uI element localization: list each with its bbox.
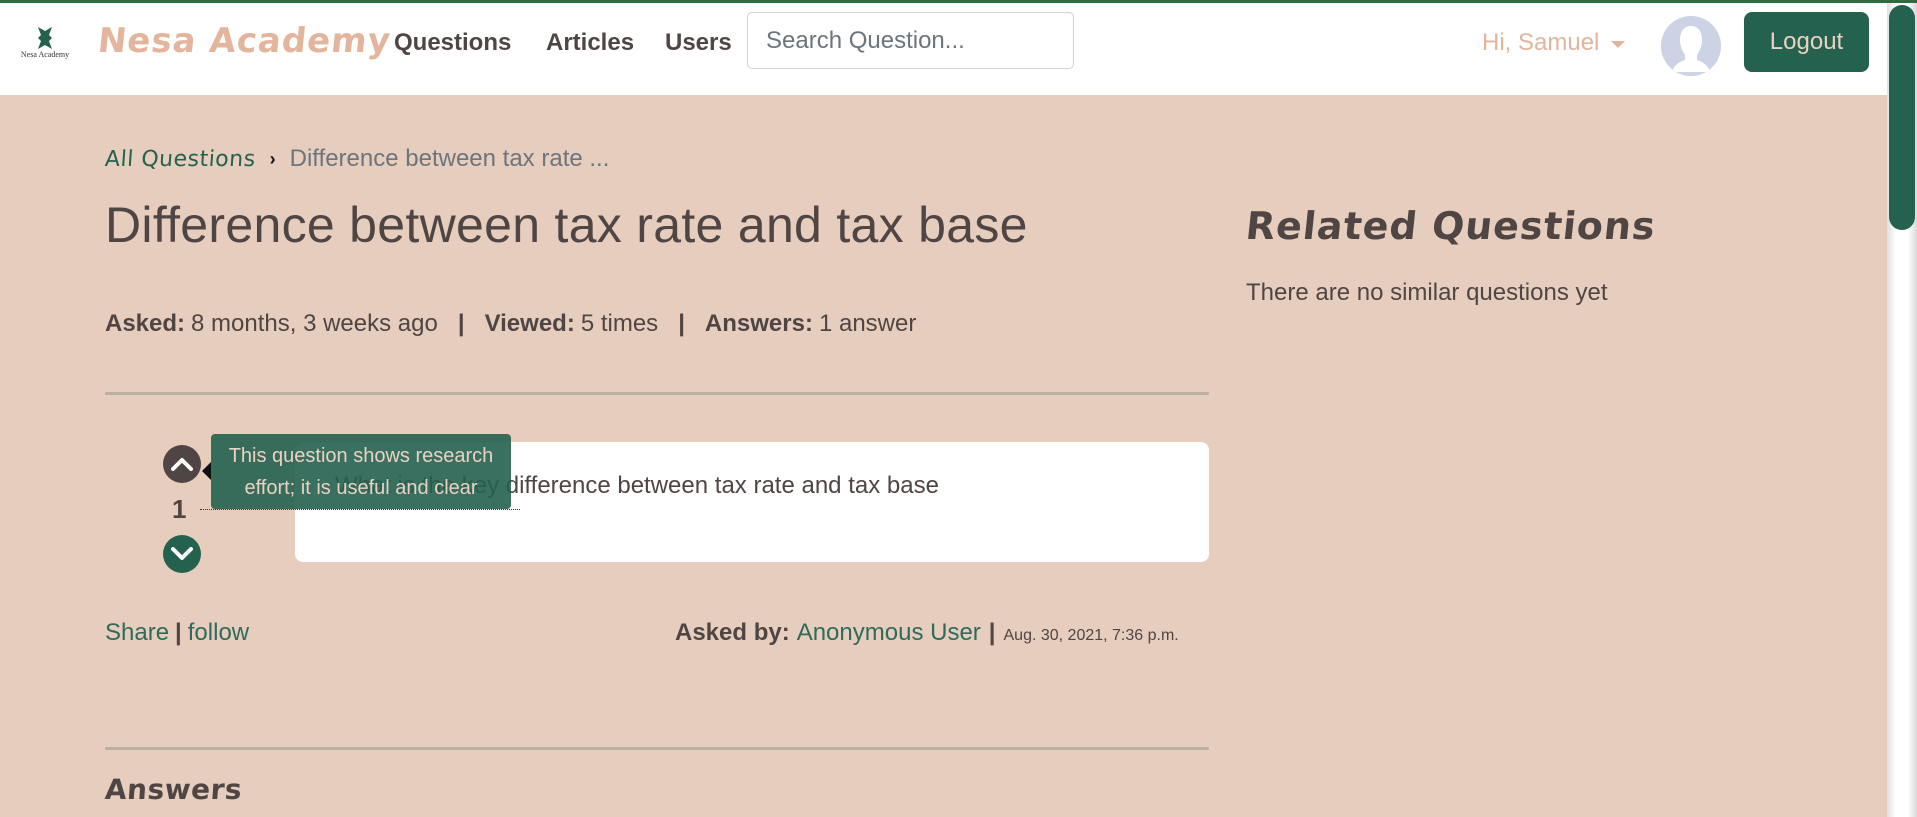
scrollbar-thumb[interactable] bbox=[1889, 5, 1915, 230]
vote-count: 1 bbox=[172, 494, 187, 524]
upvote-button[interactable] bbox=[163, 445, 201, 483]
share-follow-row: Share | follow bbox=[105, 619, 249, 647]
nav-articles[interactable]: Articles bbox=[546, 29, 634, 57]
share-link[interactable]: Share bbox=[105, 619, 169, 647]
meta-separator: | bbox=[678, 310, 685, 337]
meta-separator: | bbox=[457, 310, 465, 337]
related-questions-title: Related Questions bbox=[1243, 204, 1659, 248]
answers-heading: Answers bbox=[103, 773, 244, 806]
tooltip-arrow bbox=[202, 462, 211, 480]
answers-label: Answers: bbox=[704, 310, 813, 337]
asked-by: Asked by: Anonymous User | Aug. 30, 2021… bbox=[675, 619, 1179, 647]
chevron-right-icon: › bbox=[269, 148, 276, 169]
chevron-up-icon bbox=[171, 458, 193, 471]
upvote-tooltip: This question shows research effort; it … bbox=[211, 434, 511, 509]
brand-name[interactable]: Nesa Academy bbox=[96, 21, 393, 61]
tooltip-underline bbox=[200, 509, 520, 510]
asked-label: Asked: bbox=[105, 310, 186, 337]
breadcrumb-current: Difference between tax rate ... bbox=[289, 145, 610, 172]
follow-link[interactable]: follow bbox=[188, 619, 249, 647]
answers-value: 1 answer bbox=[818, 310, 917, 337]
question-meta: Asked: 8 months, 3 weeks ago | Viewed: 5… bbox=[105, 310, 916, 338]
logo[interactable]: Nesa Academy bbox=[16, 27, 74, 63]
breadcrumb: All Questions › Difference between tax r… bbox=[104, 145, 610, 173]
logout-button[interactable]: Logout bbox=[1744, 12, 1869, 72]
asked-by-label: Asked by: bbox=[675, 619, 790, 646]
logo-caption: Nesa Academy bbox=[20, 50, 70, 59]
divider bbox=[105, 392, 1209, 395]
user-silhouette-icon bbox=[1661, 16, 1721, 76]
logo-mark-icon bbox=[38, 27, 52, 49]
viewed-value: 5 times bbox=[580, 310, 659, 337]
viewed-label: Viewed: bbox=[484, 310, 575, 337]
separator: | bbox=[175, 619, 182, 646]
nav-users[interactable]: Users bbox=[665, 29, 732, 57]
navbar: Nesa Academy Nesa Academy Questions Arti… bbox=[0, 3, 1887, 95]
divider bbox=[105, 747, 1209, 750]
downvote-button[interactable] bbox=[163, 535, 201, 573]
search-input[interactable] bbox=[747, 12, 1074, 69]
chevron-down-icon bbox=[171, 547, 193, 560]
avatar[interactable] bbox=[1661, 16, 1721, 76]
related-questions-empty: There are no similar questions yet bbox=[1246, 279, 1608, 306]
nav-questions[interactable]: Questions bbox=[394, 29, 511, 57]
user-menu-dropdown[interactable]: Hi, Samuel bbox=[1482, 29, 1626, 57]
asked-value: 8 months, 3 weeks ago bbox=[191, 310, 438, 337]
asked-date: Aug. 30, 2021, 7:36 p.m. bbox=[1003, 627, 1179, 644]
separator: | bbox=[988, 619, 996, 646]
caret-down-icon bbox=[1611, 40, 1626, 48]
question-title: Difference between tax rate and tax base bbox=[105, 197, 1028, 253]
greeting-text: Hi, Samuel bbox=[1482, 29, 1600, 56]
breadcrumb-all-questions[interactable]: All Questions bbox=[104, 147, 256, 172]
scrollbar[interactable] bbox=[1887, 3, 1917, 817]
author-link[interactable]: Anonymous User bbox=[797, 619, 981, 647]
